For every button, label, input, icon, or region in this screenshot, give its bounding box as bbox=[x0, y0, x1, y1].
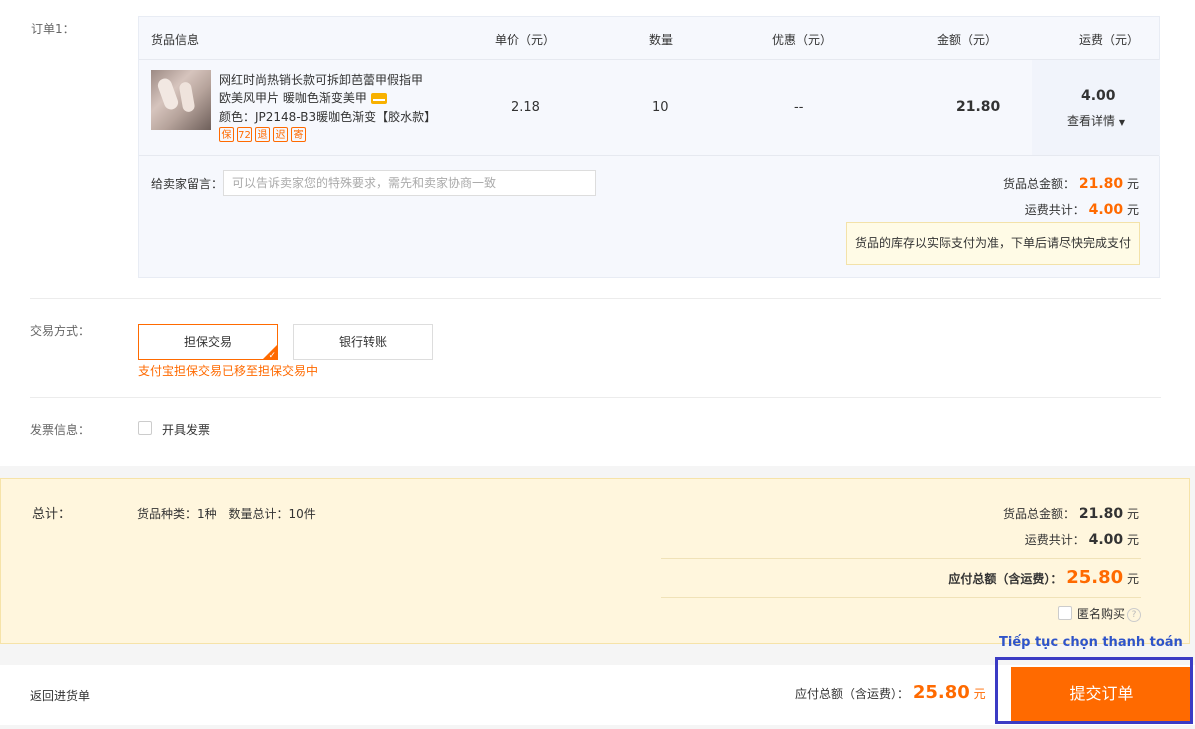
summary-label: 总计： bbox=[32, 507, 72, 522]
invoice-checkbox[interactable] bbox=[138, 421, 152, 435]
shipping-detail-link[interactable]: 查看详情 ▼ bbox=[1067, 112, 1125, 129]
card-icon bbox=[370, 93, 387, 104]
footer-payable-value: 25.80 bbox=[912, 682, 970, 703]
anonymous-checkbox[interactable] bbox=[1058, 606, 1072, 620]
order-table-header: 货品信息 单价（元） 数量 优惠（元） 金额（元） 运费（元） bbox=[139, 17, 1159, 60]
section-divider bbox=[30, 298, 1161, 299]
product-thumbnail[interactable] bbox=[151, 70, 211, 130]
order-summary: 总计： 货品种类：1种 数量总计：10件 货品总金额： 21.80 元 运费共计… bbox=[0, 478, 1190, 644]
shipping-total-label: 运费共计： bbox=[1024, 203, 1085, 217]
row-divider bbox=[139, 155, 1159, 156]
summary-goods-total-label: 货品总金额： bbox=[1003, 507, 1076, 521]
caret-down-icon: ▼ bbox=[1118, 118, 1125, 127]
col-goods: 货品信息 bbox=[151, 33, 200, 47]
help-icon[interactable]: ? bbox=[1127, 607, 1142, 622]
summary-payable-row: 应付总额（含运费）： 25.80 元 bbox=[948, 567, 1139, 588]
stock-notice: 货品的库存以实际支付为准，下单后请尽快完成支付 bbox=[846, 222, 1140, 265]
delay-badge-icon: 迟 bbox=[273, 127, 288, 142]
product-title[interactable]: 网红时尚热销长款可拆卸芭蕾甲假指甲 欧美风甲片 暖咖色渐变美甲 bbox=[219, 71, 449, 107]
amount-value: 21.80 bbox=[956, 99, 1001, 115]
return-badge-icon: 退 bbox=[255, 127, 270, 142]
order-table: 货品信息 单价（元） 数量 优惠（元） 金额（元） 运费（元） 网红时尚热销长款… bbox=[138, 16, 1160, 278]
message-label: 给卖家留言： bbox=[151, 177, 224, 191]
shipping-badge-icon: 寄 bbox=[291, 127, 306, 142]
summary-payable-label: 应付总额（含运费）： bbox=[948, 572, 1063, 586]
anonymous-label[interactable]: 匿名购买 bbox=[1077, 607, 1125, 621]
72h-badge-icon: 72 bbox=[237, 127, 252, 142]
summary-counts: 货品种类：1种 数量总计：10件 bbox=[137, 505, 316, 522]
product-attribute: 颜色：JP2148-B3暖咖色渐变【胶水款】 bbox=[219, 110, 437, 124]
product-title-line1[interactable]: 网红时尚热销长款可拆卸芭蕾甲假指甲 bbox=[219, 73, 423, 87]
summary-shipping-unit: 元 bbox=[1126, 533, 1139, 547]
footer-payable-unit: 元 bbox=[973, 687, 986, 701]
shipping-total-row: 运费共计： 4.00 元 bbox=[1025, 201, 1139, 218]
escrow-payment-option[interactable]: 担保交易 ✓ bbox=[138, 324, 278, 361]
goods-total-label: 货品总金额： bbox=[1003, 177, 1076, 191]
summary-payable-unit: 元 bbox=[1126, 572, 1139, 586]
escrow-label[interactable]: 担保交易 bbox=[184, 335, 232, 349]
summary-goods-total-unit: 元 bbox=[1126, 507, 1139, 521]
summary-shipping-row: 运费共计： 4.00 元 bbox=[1025, 531, 1139, 548]
footer-payable-row: 应付总额（含运费）： 25.80 元 bbox=[795, 682, 986, 703]
guarantee-badge-icon: 保 bbox=[219, 127, 234, 142]
col-shipping: 运费（元） bbox=[1079, 33, 1140, 47]
goods-total-unit: 元 bbox=[1126, 177, 1139, 191]
anonymous-row: 匿名购买? bbox=[1077, 605, 1142, 622]
summary-payable-value: 25.80 bbox=[1066, 567, 1124, 588]
service-badges: 保 72 退 迟 寄 bbox=[219, 127, 306, 142]
footer-payable-label: 应付总额（含运费）： bbox=[795, 687, 910, 701]
qty-value: 10 bbox=[652, 100, 669, 115]
col-amount: 金额（元） bbox=[937, 33, 998, 47]
goods-total-row: 货品总金额： 21.80 元 bbox=[1003, 175, 1139, 192]
product-title-line2[interactable]: 欧美风甲片 暖咖色渐变美甲 bbox=[219, 91, 367, 105]
summary-goods-total-row: 货品总金额： 21.80 元 bbox=[1003, 505, 1139, 522]
section-divider-2 bbox=[30, 397, 1161, 398]
shipping-value: 4.00 bbox=[1081, 88, 1116, 104]
shipping-total-value: 4.00 bbox=[1088, 202, 1124, 218]
summary-goods-total-value: 21.80 bbox=[1078, 506, 1124, 522]
summary-divider-2 bbox=[661, 597, 1141, 598]
shipping-total-unit: 元 bbox=[1126, 203, 1139, 217]
unit-price-value: 2.18 bbox=[511, 100, 540, 115]
back-to-cart-link[interactable]: 返回进货单 bbox=[30, 687, 90, 704]
col-unit-price: 单价（元） bbox=[495, 33, 556, 47]
bank-transfer-option[interactable]: 银行转账 bbox=[293, 324, 433, 360]
summary-shipping-value: 4.00 bbox=[1088, 532, 1124, 548]
summary-types: 货品种类：1种 bbox=[137, 507, 217, 521]
check-icon: ✓ bbox=[268, 351, 276, 361]
shipping-cell bbox=[1032, 60, 1160, 156]
discount-value: -- bbox=[794, 100, 804, 115]
order-page-card: 订单1： 货品信息 单价（元） 数量 优惠（元） 金额（元） 运费（元） 网红时… bbox=[0, 0, 1195, 466]
message-input[interactable] bbox=[223, 170, 596, 196]
invoice-label: 发票信息： bbox=[30, 423, 91, 437]
summary-qty: 数量总计：10件 bbox=[228, 507, 316, 521]
bank-transfer-label[interactable]: 银行转账 bbox=[339, 335, 387, 349]
highlight-box bbox=[995, 657, 1193, 724]
shipping-detail-label[interactable]: 查看详情 bbox=[1067, 114, 1115, 128]
col-discount: 优惠（元） bbox=[772, 33, 833, 47]
payment-label: 交易方式： bbox=[30, 324, 91, 338]
payment-note: 支付宝担保交易已移至担保交易中 bbox=[138, 364, 319, 378]
annotation-label: Tiếp tục chọn thanh toán bbox=[999, 635, 1183, 650]
summary-divider bbox=[661, 558, 1141, 559]
goods-total-value: 21.80 bbox=[1078, 176, 1124, 192]
col-qty: 数量 bbox=[649, 33, 674, 47]
order-label: 订单1： bbox=[31, 22, 75, 36]
invoice-checkbox-label[interactable]: 开具发票 bbox=[162, 421, 210, 438]
summary-shipping-label: 运费共计： bbox=[1024, 533, 1085, 547]
